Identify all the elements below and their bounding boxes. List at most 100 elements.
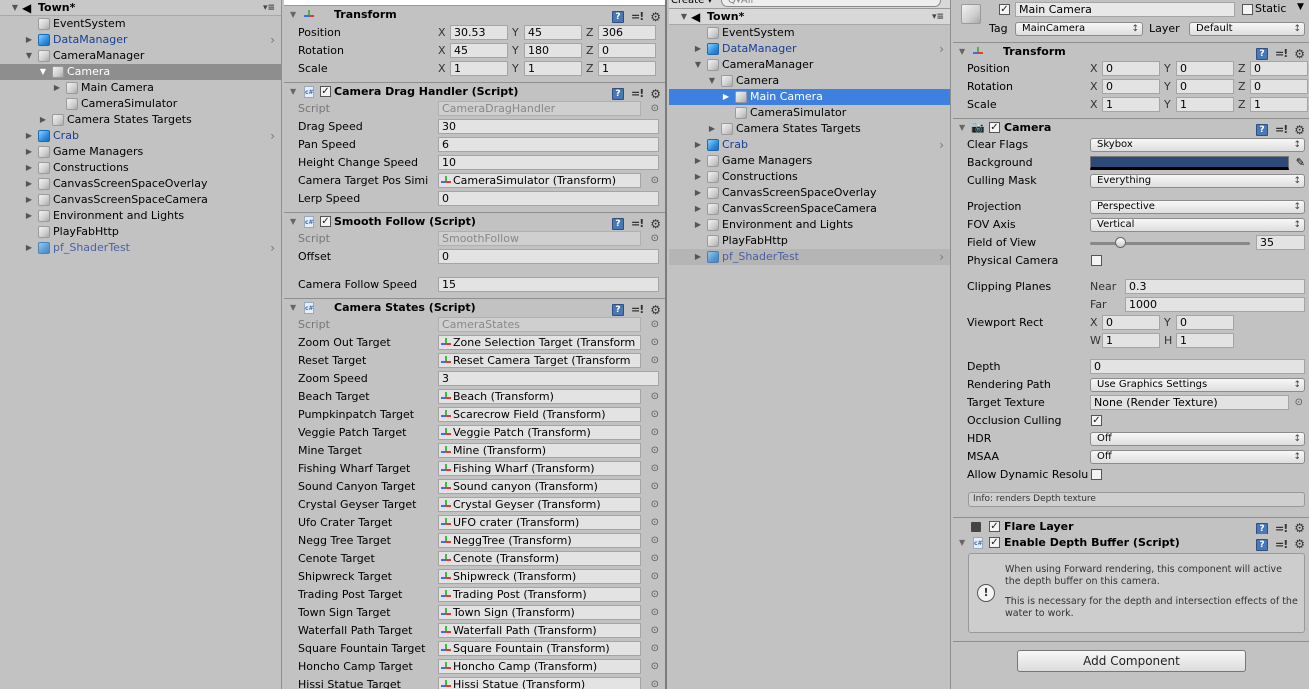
hierarchy-item[interactable]: ▶ Constructions xyxy=(669,169,950,185)
help-icon[interactable]: ? xyxy=(1256,522,1268,535)
fov-slider-track[interactable] xyxy=(1090,242,1250,245)
object-field[interactable]: Sound canyon (Transform) xyxy=(438,479,641,494)
object-picker-icon[interactable]: ⊙ xyxy=(651,604,659,622)
object-field[interactable]: UFO crater (Transform) xyxy=(438,515,641,530)
scene-header[interactable]: ▼ ◀ Town* ▾≡ xyxy=(0,0,281,16)
x-field[interactable]: 1 xyxy=(450,61,508,76)
fold-arrow-icon[interactable]: ▼ xyxy=(959,43,965,61)
projection-dropdown[interactable]: Perspective xyxy=(1090,200,1305,214)
collapsed-arrow-icon[interactable]: ▶ xyxy=(693,201,703,217)
collapsed-arrow-icon[interactable]: ▶ xyxy=(693,153,703,169)
object-name-field[interactable]: Main Camera xyxy=(1015,2,1235,17)
hierarchy-item[interactable]: PlayFabHttp xyxy=(669,233,950,249)
object-field[interactable]: Trading Post (Transform) xyxy=(438,587,641,602)
eyedropper-icon[interactable]: ✎ xyxy=(1296,154,1305,172)
object-field[interactable]: Scarecrow Field (Transform) xyxy=(438,407,641,422)
object-picker-icon[interactable]: ⊙ xyxy=(651,100,659,118)
rendering-path-dropdown[interactable]: Use Graphics Settings xyxy=(1090,378,1305,392)
object-picker-icon[interactable]: ⊙ xyxy=(651,676,659,689)
occlusion-culling-checkbox[interactable]: ✓ xyxy=(1091,415,1102,426)
hierarchy-item[interactable]: CameraSimulator xyxy=(669,105,950,121)
fov-axis-dropdown[interactable]: Vertical xyxy=(1090,218,1305,232)
collapsed-arrow-icon[interactable]: ▶ xyxy=(693,217,703,233)
hierarchy-item[interactable]: ▶ Game Managers xyxy=(669,153,950,169)
expand-arrow-icon[interactable]: ▼ xyxy=(679,9,689,25)
hierarchy-item[interactable]: ▶ pf_ShaderTest › xyxy=(669,249,950,265)
object-field[interactable]: Square Fountain (Transform) xyxy=(438,641,641,656)
z-field[interactable]: 1 xyxy=(598,61,656,76)
fold-arrow-icon[interactable]: ▼ xyxy=(290,83,296,101)
object-picker-icon[interactable]: ⊙ xyxy=(651,496,659,514)
object-field[interactable]: Veggie Patch (Transform) xyxy=(438,425,641,440)
zoom-speed-field[interactable]: 3 xyxy=(438,371,659,386)
add-component-button[interactable]: Add Component xyxy=(1017,650,1246,672)
fold-arrow-icon[interactable]: ▼ xyxy=(290,299,296,317)
y-field[interactable]: 1 xyxy=(1176,97,1234,112)
flare-layer-header[interactable]: ✓ Flare Layer ? =! ⚙ xyxy=(953,517,1309,535)
prefab-open-chevron-icon[interactable]: › xyxy=(270,32,275,48)
far-field[interactable]: 1000 xyxy=(1125,297,1305,312)
background-color-swatch[interactable] xyxy=(1090,156,1289,170)
collapsed-arrow-icon[interactable]: ▶ xyxy=(24,208,34,224)
object-picker-icon[interactable]: ⊙ xyxy=(651,460,659,478)
object-picker-icon[interactable]: ⊙ xyxy=(651,550,659,568)
hierarchy-item[interactable]: ▼ CameraManager xyxy=(669,57,950,73)
object-picker-icon[interactable]: ⊙ xyxy=(651,640,659,658)
prefab-open-chevron-icon[interactable]: › xyxy=(939,249,944,265)
hierarchy-item[interactable]: ▶ Constructions xyxy=(0,160,281,176)
hierarchy-item[interactable]: ▶ CanvasScreenSpaceOverlay xyxy=(669,185,950,201)
hierarchy-item[interactable]: ▶ Main Camera xyxy=(0,80,281,96)
hierarchy-item[interactable]: ▶ Crab › xyxy=(0,128,281,144)
object-picker-icon[interactable]: ⊙ xyxy=(651,388,659,406)
collapsed-arrow-icon[interactable]: ▶ xyxy=(707,121,717,137)
transform-header[interactable]: ▼ Transform ? =! ⚙ xyxy=(953,42,1309,61)
object-field[interactable]: Shipwreck (Transform) xyxy=(438,569,641,584)
collapsed-arrow-icon[interactable]: ▶ xyxy=(24,192,34,208)
collapsed-arrow-icon[interactable]: ▶ xyxy=(24,176,34,192)
help-icon[interactable]: ? xyxy=(612,11,624,23)
hierarchy-item[interactable]: ▶ CanvasScreenSpaceCamera xyxy=(0,192,281,208)
object-picker-icon[interactable]: ⊙ xyxy=(651,568,659,586)
viewport-y-field[interactable]: 0 xyxy=(1176,315,1234,330)
help-icon[interactable]: ? xyxy=(1256,48,1268,60)
y-field[interactable]: 0 xyxy=(1176,61,1234,76)
expanded-arrow-icon[interactable]: ▼ xyxy=(693,57,703,73)
object-field[interactable]: Fishing Wharf (Transform) xyxy=(438,461,641,476)
object-field[interactable]: Cenote (Transform) xyxy=(438,551,641,566)
x-field[interactable]: 1 xyxy=(1102,97,1160,112)
object-picker-icon[interactable]: ⊙ xyxy=(651,406,659,424)
help-icon[interactable]: ? xyxy=(612,88,624,100)
y-field[interactable]: 0 xyxy=(1176,79,1234,94)
smooth-follow-header[interactable]: ▼ c# ✓ Smooth Follow (Script) ? =! ⚙ xyxy=(284,212,665,231)
scene-header[interactable]: ▼ ◀ Town* ▾≡ xyxy=(669,9,950,25)
layer-dropdown[interactable]: Default xyxy=(1189,22,1305,36)
object-field[interactable]: Crystal Geyser (Transform) xyxy=(438,497,641,512)
x-field[interactable]: 0 xyxy=(1102,79,1160,94)
object-picker-icon[interactable]: ⊙ xyxy=(651,514,659,532)
offset-field[interactable]: 0 xyxy=(438,249,659,264)
hierarchy-item[interactable]: ▶ CanvasScreenSpaceOverlay xyxy=(0,176,281,192)
drag-handler-header[interactable]: ▼ c# ✓ Camera Drag Handler (Script) ? =! ⚙ xyxy=(284,82,665,101)
object-field[interactable]: Town Sign (Transform) xyxy=(438,605,641,620)
physical-camera-checkbox[interactable] xyxy=(1091,255,1102,266)
object-field[interactable]: Reset Camera Target (Transform xyxy=(438,353,641,368)
object-picker-icon[interactable]: ⊙ xyxy=(651,658,659,676)
component-enabled-checkbox[interactable]: ✓ xyxy=(320,216,331,227)
search-input[interactable]: Q▾All xyxy=(721,0,941,7)
depth-buffer-header[interactable]: ▼ c# ✓ Enable Depth Buffer (Script) ? =! ⚙ xyxy=(953,534,1309,551)
object-field[interactable]: Waterfall Path (Transform) xyxy=(438,623,641,638)
hierarchy-item[interactable]: ▶ Main Camera xyxy=(669,89,950,105)
collapsed-arrow-icon[interactable]: ▶ xyxy=(24,128,34,144)
collapsed-arrow-icon[interactable]: ▶ xyxy=(693,169,703,185)
menu-icon[interactable]: ▾≡ xyxy=(932,9,944,25)
object-field[interactable]: Mine (Transform) xyxy=(438,443,641,458)
expand-arrow-icon[interactable]: ▼ xyxy=(10,0,20,16)
collapsed-arrow-icon[interactable]: ▶ xyxy=(693,137,703,153)
active-checkbox[interactable]: ✓ xyxy=(999,4,1010,15)
viewport-x-field[interactable]: 0 xyxy=(1102,315,1160,330)
value-field[interactable]: 30 xyxy=(438,119,659,134)
culling-mask-dropdown[interactable]: Everything xyxy=(1090,174,1305,188)
viewport-h-field[interactable]: 1 xyxy=(1176,333,1234,348)
collapsed-arrow-icon[interactable]: ▶ xyxy=(721,89,731,105)
collapsed-arrow-icon[interactable]: ▶ xyxy=(24,32,34,48)
